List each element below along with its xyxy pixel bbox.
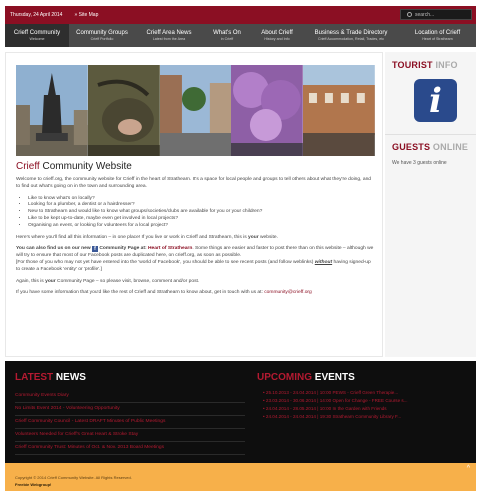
- text-bold: Community Page at:: [98, 246, 149, 252]
- nav-item-crieff-area-news[interactable]: Crieff Area News Latest from the Area: [135, 24, 203, 47]
- news-item[interactable]: Crieff Community Council - Latest DRAFT …: [15, 416, 245, 429]
- page-title-crieff: Crieff: [16, 161, 40, 172]
- latest-news-list: Community Events Diary No Limits Event 2…: [15, 390, 245, 455]
- nav-subtitle: History and Info: [264, 37, 290, 41]
- nav-title: Business & Trade Directory: [314, 30, 388, 36]
- nav-item-crieff-community[interactable]: Crieff Community Welcome: [5, 24, 69, 47]
- contact-email-link[interactable]: community@crieff.org: [264, 290, 312, 295]
- news-item[interactable]: Community Events Diary: [15, 390, 245, 403]
- news-item[interactable]: Crieff Community Trust: Minutes of Oct. …: [15, 442, 245, 455]
- nav-title: Community Groups: [76, 30, 128, 36]
- copyright-bar: Copyright © 2014 Crieff Community Websit…: [5, 463, 476, 491]
- credit-link[interactable]: Freebie Webgroup!: [15, 482, 51, 487]
- nav-item-about-crieff[interactable]: About Crieff History and Info: [251, 24, 303, 47]
- nav-title: Crieff Community: [13, 30, 61, 36]
- current-date: Thursday, 24 April 2014: [10, 12, 63, 18]
- nav-title: Location of Crieff: [414, 30, 461, 36]
- banner-photo-blossom: [231, 65, 304, 156]
- list-item: Organising an event, or looking for volu…: [28, 223, 376, 230]
- guests-online-text: We have 3 guests online: [392, 160, 447, 166]
- nav-item-whats-on[interactable]: What's On in Crieff: [203, 24, 251, 47]
- footer-panels: LATEST NEWS Community Events Diary No Li…: [5, 361, 476, 463]
- divider: [385, 134, 476, 135]
- event-item[interactable]: 25.10.2013 - 24.04.2014 | 10:00 PEWS - C…: [263, 390, 463, 398]
- event-item[interactable]: 23.03.2014 - 30.06.2014 | 14:00 Open for…: [263, 398, 463, 406]
- guests-online-heading: GUESTS ONLINE: [392, 142, 468, 152]
- heading-red: LATEST: [15, 372, 54, 383]
- intro-paragraph: Welcome to crieff.org, the community web…: [16, 177, 372, 189]
- nav-title: What's On: [213, 30, 241, 36]
- feature-list: Like to know what's on locally? Looking …: [28, 196, 376, 230]
- page-title: Crieff Community Website: [16, 161, 376, 173]
- main-content: Crieff Community Website Welcome to crie…: [5, 52, 383, 357]
- back-to-top-icon[interactable]: ^: [467, 465, 470, 472]
- your-website-paragraph: Here's where you'll find all this inform…: [16, 235, 376, 242]
- latest-news-heading: LATEST NEWS: [15, 372, 86, 383]
- search-icon: [407, 12, 412, 17]
- heading-red: GUESTS: [392, 142, 431, 152]
- banner-photo-street: [159, 65, 232, 156]
- text-bold: your: [248, 234, 259, 240]
- sidebar: TOURIST INFO i GUESTS ONLINE We have 3 g…: [385, 52, 476, 357]
- text-bold: You can also find us on our new: [16, 246, 91, 252]
- text: Community Page – so please visit, browse…: [55, 278, 200, 284]
- news-item[interactable]: No Limits Event 2014 - Volunteering Oppo…: [15, 403, 245, 416]
- event-item[interactable]: 24.04.2014 - 24.04.2014 | 19:30 Strathea…: [263, 414, 463, 422]
- event-item[interactable]: 24.04.2014 - 28.05.2014 | 10:00 In the G…: [263, 406, 463, 414]
- text: [For those of you who may not yet have e…: [16, 259, 315, 265]
- heading-red: UPCOMING: [257, 372, 312, 383]
- upcoming-events-heading: UPCOMING EVENTS: [257, 372, 355, 383]
- text: If you have some information that you'd …: [16, 290, 265, 296]
- text: Again, this is: [16, 278, 46, 284]
- nav-title: Crieff Area News: [146, 30, 192, 36]
- nav-subtitle: Heart of Strathearn: [422, 37, 453, 41]
- text: Here's where you'll find all this inform…: [16, 234, 249, 240]
- heading-white: EVENTS: [312, 372, 355, 383]
- sitemap-link[interactable]: » Site Map: [74, 12, 98, 18]
- heart-of-strathearn-link[interactable]: Heart of Strathearn: [148, 246, 192, 251]
- heading-grey: ONLINE: [430, 142, 469, 152]
- photo-banner: [16, 65, 375, 156]
- again-paragraph: Again, this is your Community Page – so …: [16, 279, 376, 286]
- nav-subtitle: in Crieff: [220, 37, 234, 41]
- banner-photo-monument: [16, 65, 88, 156]
- tourist-info-icon[interactable]: i: [414, 79, 457, 122]
- nav-item-business-directory[interactable]: Business & Trade Directory Crieff Accomm…: [303, 24, 399, 47]
- nav-subtitle: Welcome: [29, 37, 45, 41]
- nav-subtitle: Crieff Accommodation, Retail, Trades, et…: [317, 37, 385, 41]
- nav-subtitle: Latest from the Area: [152, 37, 186, 41]
- main-nav: Crieff Community Welcome Community Group…: [5, 24, 476, 47]
- heading-grey: INFO: [432, 60, 458, 70]
- nav-item-location[interactable]: Location of Crieff Heart of Strathearn: [399, 24, 476, 47]
- upcoming-events-list: 25.10.2013 - 24.04.2014 | 10:00 PEWS - C…: [263, 390, 463, 422]
- list-item: Like to be kept up-to-date, maybe even g…: [28, 216, 376, 223]
- nav-subtitle: Crieff Portfolio: [90, 37, 114, 41]
- top-bar: Thursday, 24 April 2014 » Site Map searc…: [5, 6, 476, 24]
- heading-white: NEWS: [53, 372, 86, 383]
- text-bold: your: [45, 278, 56, 284]
- banner-photo-sculpture: [87, 65, 160, 156]
- news-item[interactable]: Volunteers Needed for Crieff's Great Hea…: [15, 429, 245, 442]
- text: website.: [258, 234, 278, 240]
- facebook-paragraph: You can also find us on our new f Commun…: [16, 246, 376, 273]
- heading-red: TOURIST: [392, 60, 433, 70]
- list-item: New to Strathearn and would like to know…: [28, 209, 376, 216]
- welcome-article: Crieff Community Website Welcome to crie…: [16, 161, 376, 302]
- tourist-info-heading: TOURIST INFO: [392, 60, 458, 70]
- search-placeholder: search...: [415, 11, 435, 18]
- nav-item-community-groups[interactable]: Community Groups Crieff Portfolio: [69, 24, 135, 47]
- contact-paragraph: If you have some information that you'd …: [16, 290, 376, 297]
- page-title-rest: Community Website: [39, 161, 132, 172]
- banner-photo-town: [303, 65, 375, 156]
- copyright-text: Copyright © 2014 Crieff Community Websit…: [15, 475, 132, 480]
- nav-title: About Crieff: [261, 30, 293, 36]
- text-emphasis: without: [314, 259, 333, 265]
- search-input[interactable]: search...: [400, 9, 472, 20]
